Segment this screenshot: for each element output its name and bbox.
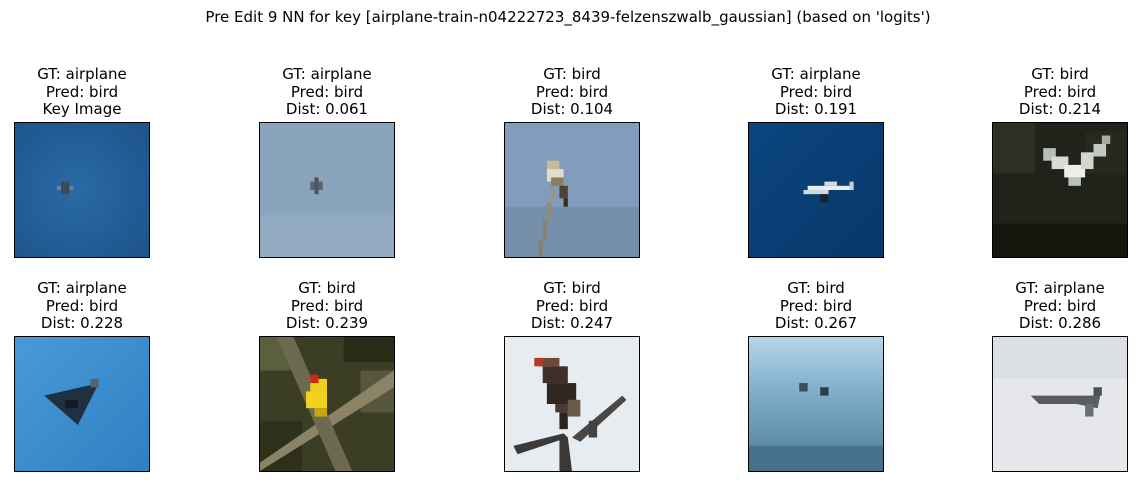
panel-caption: GT: bird Pred: bird Dist: 0.104 xyxy=(464,65,680,119)
gt-label: GT: bird xyxy=(787,279,845,297)
dist-label: Dist: 0.247 xyxy=(530,314,614,332)
gt-label: GT: bird xyxy=(543,279,601,297)
image-two-birds-over-water xyxy=(748,336,884,472)
pred-label: Pred: bird xyxy=(45,296,119,315)
panel-caption: GT: airplane Pred: bird Dist: 0.228 xyxy=(0,279,190,333)
pred-label: Pred: bird xyxy=(290,82,364,101)
panel-caption: GT: bird Pred: bird Dist: 0.267 xyxy=(708,279,924,333)
panel-caption: GT: airplane Pred: bird Key Image xyxy=(0,65,190,119)
panel-caption: GT: bird Pred: bird Dist: 0.239 xyxy=(219,279,435,333)
dist-label: Key Image xyxy=(42,100,122,118)
gt-label: GT: airplane xyxy=(282,65,372,83)
image-small-aircraft-blue-sky xyxy=(14,122,150,258)
panel-caption: GT: bird Pred: bird Dist: 0.247 xyxy=(464,279,680,333)
dist-label: Dist: 0.191 xyxy=(774,100,858,118)
pred-label: Pred: bird xyxy=(45,82,119,101)
gt-label: GT: airplane xyxy=(771,65,861,83)
dist-label: Dist: 0.286 xyxy=(1018,314,1102,332)
gt-label: GT: bird xyxy=(543,65,601,83)
image-distant-aircraft-grey-sky xyxy=(259,122,395,258)
gt-label: GT: airplane xyxy=(37,65,127,83)
gt-label: GT: airplane xyxy=(1015,279,1105,297)
gt-label: GT: bird xyxy=(1031,65,1089,83)
image-white-jet-deep-blue-sky xyxy=(748,122,884,258)
dist-label: Dist: 0.061 xyxy=(285,100,369,118)
gt-label: GT: bird xyxy=(298,279,356,297)
image-aircraft-overcast-sky xyxy=(992,336,1128,472)
dist-label: Dist: 0.228 xyxy=(40,314,124,332)
dist-label: Dist: 0.267 xyxy=(774,314,858,332)
pred-label: Pred: bird xyxy=(535,82,609,101)
image-bird-perched-on-stick xyxy=(504,122,640,258)
image-white-egret-dark-forest xyxy=(992,122,1128,258)
pred-label: Pred: bird xyxy=(779,296,853,315)
pred-label: Pred: bird xyxy=(535,296,609,315)
panel-caption: GT: airplane Pred: bird Dist: 0.286 xyxy=(952,279,1136,333)
dist-label: Dist: 0.104 xyxy=(530,100,614,118)
image-hawk-on-branch xyxy=(504,336,640,472)
pred-label: Pred: bird xyxy=(290,296,364,315)
image-delta-wing-jet-blue-sky xyxy=(14,336,150,472)
panel-caption: GT: airplane Pred: bird Dist: 0.191 xyxy=(708,65,924,119)
panel-caption: GT: airplane Pred: bird Dist: 0.061 xyxy=(219,65,435,119)
gt-label: GT: airplane xyxy=(37,279,127,297)
figure-title: Pre Edit 9 NN for key [airplane-train-n0… xyxy=(205,8,931,26)
pred-label: Pred: bird xyxy=(1023,82,1097,101)
image-yellow-bird-in-branches xyxy=(259,336,395,472)
dist-label: Dist: 0.214 xyxy=(1018,100,1102,118)
dist-label: Dist: 0.239 xyxy=(285,314,369,332)
pred-label: Pred: bird xyxy=(779,82,853,101)
panel-caption: GT: bird Pred: bird Dist: 0.214 xyxy=(952,65,1136,119)
pred-label: Pred: bird xyxy=(1023,296,1097,315)
